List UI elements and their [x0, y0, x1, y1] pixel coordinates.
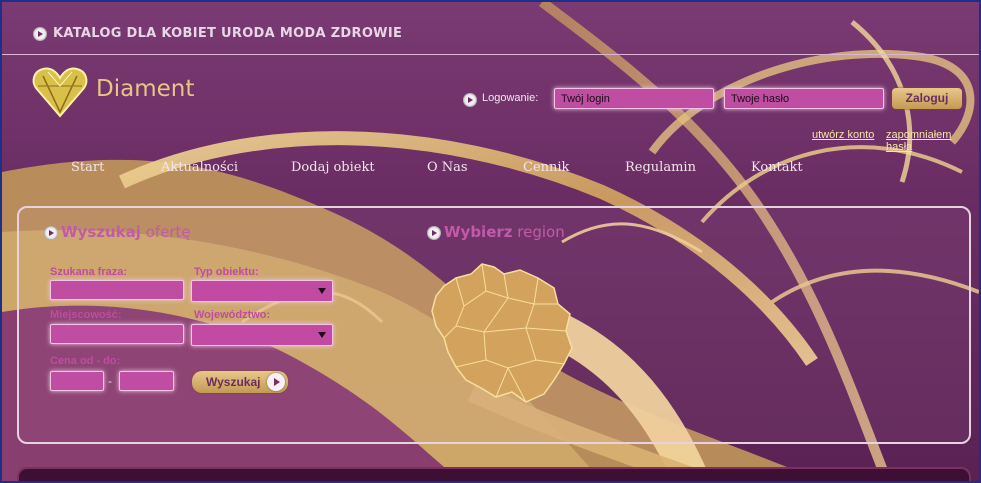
nav-news[interactable]: Aktualności: [161, 160, 238, 175]
search-offer-title-bold: Wyszukaj: [61, 223, 141, 241]
nav-pricing[interactable]: Cennik: [523, 160, 569, 175]
circle-arrow-right-icon[interactable]: [267, 373, 285, 391]
voivodeship-label: Województwo:: [194, 309, 271, 321]
create-account-link[interactable]: utwórz konto: [812, 129, 874, 141]
select-region-title-bold: Wybierz: [444, 223, 513, 241]
logo-text[interactable]: Diament: [96, 76, 194, 102]
search-offer-title-rest: ofertę: [145, 223, 191, 241]
circle-arrow-right-icon: [44, 226, 58, 240]
city-label: Miejscowość:: [50, 309, 122, 321]
select-region-title-rest: region: [517, 223, 565, 241]
select-region-title: Wybierz region: [444, 223, 565, 241]
diamond-heart-logo-icon[interactable]: [30, 64, 90, 120]
poland-region-map[interactable]: [426, 256, 576, 406]
lower-content-panel: [17, 467, 971, 481]
login-input[interactable]: Twój login: [554, 88, 714, 109]
login-submit-button[interactable]: Zaloguj: [892, 88, 962, 109]
login-label: Logowanie:: [482, 92, 539, 104]
nav-start[interactable]: Start: [71, 160, 104, 175]
price-from-input[interactable]: [50, 371, 104, 391]
circle-arrow-right-icon: [463, 93, 477, 107]
price-label: Cena od - do:: [50, 355, 121, 367]
nav-about[interactable]: O Nas: [427, 160, 468, 175]
nav-contact[interactable]: Kontakt: [751, 160, 803, 175]
forgot-password-link[interactable]: zapomniałem hasła: [886, 129, 979, 153]
phrase-input[interactable]: [50, 280, 184, 300]
object-type-select[interactable]: [191, 280, 333, 302]
price-to-input[interactable]: [119, 371, 174, 391]
password-input[interactable]: Twoje hasło: [724, 88, 884, 109]
search-offer-title: Wyszukaj ofertę: [61, 223, 191, 241]
browser-page: KATALOG DLA KOBIET URODA MODA ZDROWIE Di…: [0, 0, 981, 483]
catalog-title: KATALOG DLA KOBIET URODA MODA ZDROWIE: [53, 26, 403, 41]
price-separator: -: [108, 374, 112, 388]
voivodeship-select[interactable]: [191, 324, 333, 346]
city-input[interactable]: [50, 324, 184, 344]
phrase-label: Szukana fraza:: [50, 266, 128, 278]
circle-arrow-right-icon: [33, 27, 47, 41]
circle-arrow-right-icon: [427, 226, 441, 240]
nav-add-object[interactable]: Dodaj obiekt: [291, 160, 375, 175]
nav-rules[interactable]: Regulamin: [625, 160, 696, 175]
type-label: Typ obiektu:: [194, 266, 259, 278]
